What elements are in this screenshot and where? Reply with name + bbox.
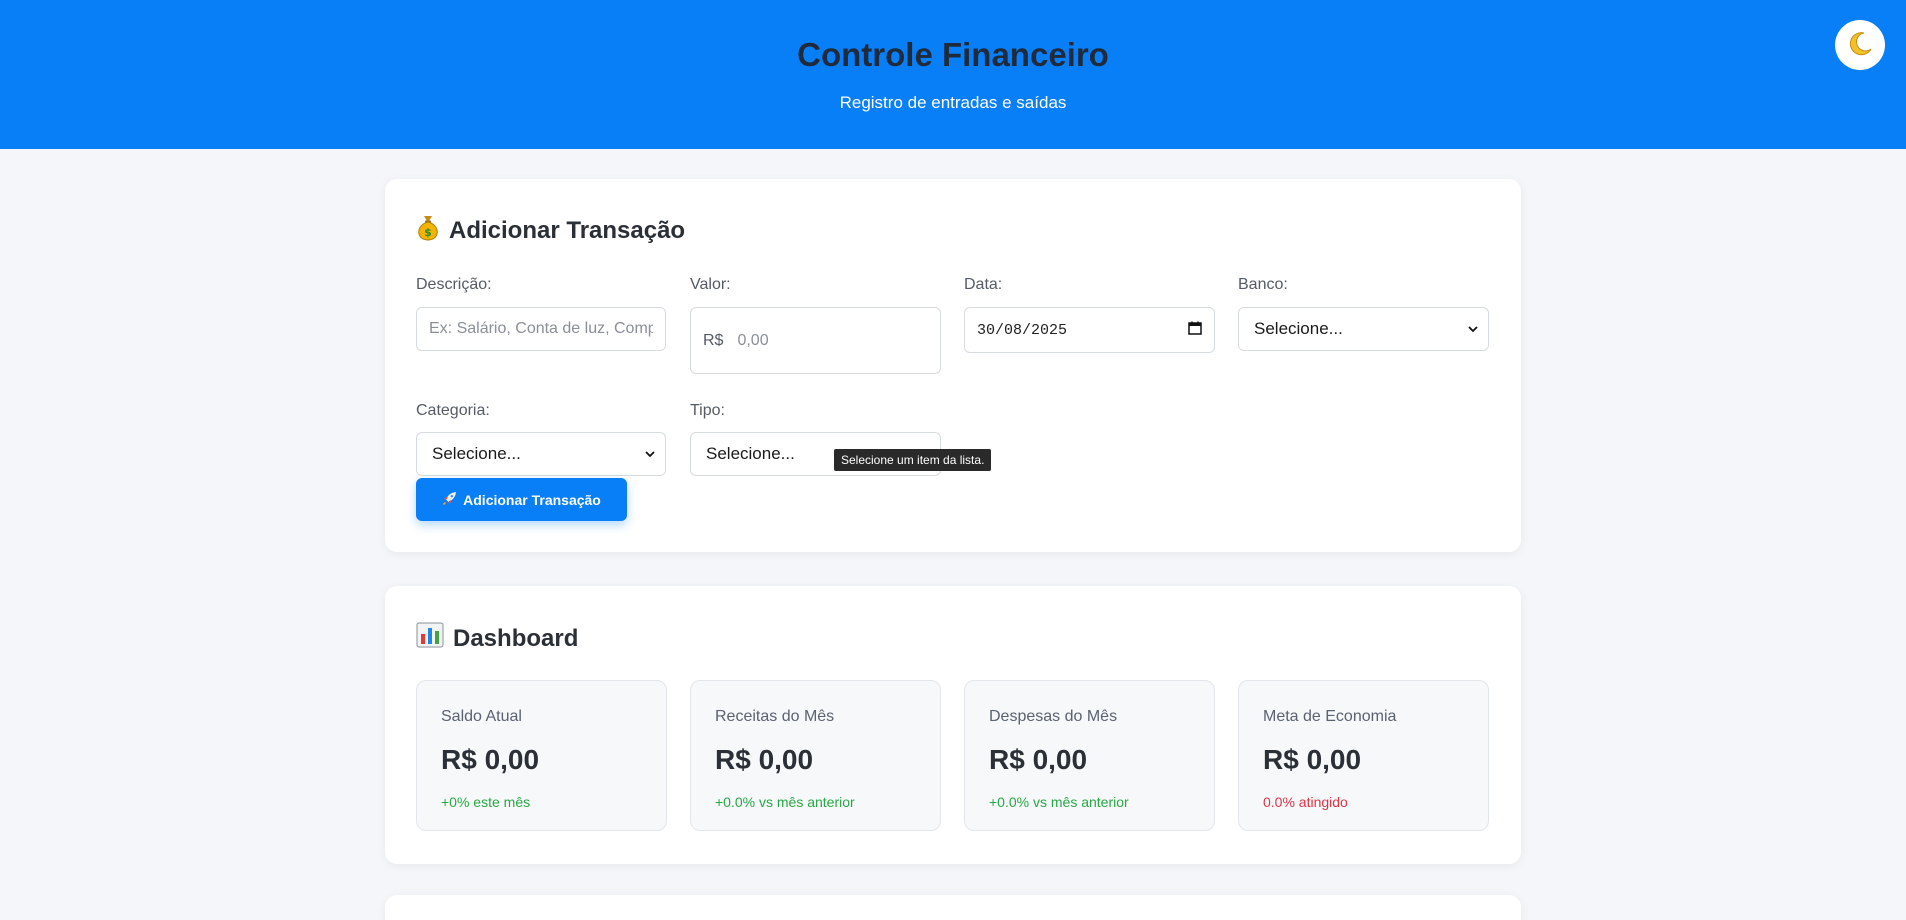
amount-input[interactable] [737,331,888,350]
dashboard-title-text: Dashboard [453,624,579,652]
rocket-icon [442,491,457,509]
stat-card-saldo-atual: Saldo Atual R$ 0,00 +0% este mês [416,680,667,831]
amount-label: Valor: [690,276,731,293]
category-selected-value: Selecione... [432,444,521,463]
type-selected-value: Selecione... [706,444,795,463]
amount-field: R$ [690,307,941,374]
add-transaction-title-text: Adicionar Transação [449,216,686,244]
chevron-down-icon [1468,322,1478,336]
bank-select[interactable]: Selecione... [1238,307,1489,351]
next-section-card [385,895,1521,920]
date-label: Data: [964,276,1003,293]
currency-prefix: R$ [703,331,724,349]
app-header: Controle Financeiro Registro de entradas… [0,0,1906,149]
stat-trend: 0.0% atingido [1263,794,1348,810]
bank-selected-value: Selecione... [1254,319,1343,338]
stat-trend: +0% este mês [441,794,531,810]
stat-label: Receitas do Mês [715,708,835,725]
category-select[interactable]: Selecione... [416,432,666,476]
stat-label: Saldo Atual [441,708,522,725]
add-transaction-title: $ Adicionar Transação [416,213,685,248]
dashboard-title: Dashboard [416,622,578,655]
calendar-icon[interactable] [1188,321,1202,340]
stat-value: R$ 0,00 [989,744,1088,775]
chevron-down-icon [645,447,655,461]
stat-label: Meta de Economia [1263,708,1397,725]
description-label: Descrição: [416,276,492,293]
bank-label: Banco: [1238,276,1288,293]
date-input[interactable]: 30/08/2025 [964,307,1215,353]
stat-trend: +0.0% vs mês anterior [989,794,1129,810]
money-bag-icon: $ [416,213,440,248]
add-transaction-button-label: Adicionar Transação [463,491,601,508]
theme-toggle-button[interactable] [1835,20,1885,70]
stat-value: R$ 0,00 [1263,744,1362,775]
add-transaction-button[interactable]: Adicionar Transação [416,478,627,521]
page-subtitle: Registro de entradas e saídas [839,93,1067,112]
page-title: Controle Financeiro [797,36,1109,73]
bar-chart-icon [416,622,444,655]
svg-text:$: $ [424,226,432,239]
stat-card-despesas: Despesas do Mês R$ 0,00 +0.0% vs mês ant… [964,680,1215,831]
stat-card-meta-economia: Meta de Economia R$ 0,00 0.0% atingido [1238,680,1489,831]
type-label: Tipo: [690,402,725,419]
description-input[interactable] [416,307,666,351]
category-label: Categoria: [416,402,490,419]
dashboard-card: Dashboard Saldo Atual R$ 0,00 +0% este m… [385,586,1521,864]
stat-card-receitas: Receitas do Mês R$ 0,00 +0.0% vs mês ant… [690,680,941,831]
stat-value: R$ 0,00 [715,744,814,775]
date-value: 30/08/2025 [977,321,1068,339]
stat-trend: +0.0% vs mês anterior [715,794,855,810]
add-transaction-card: $ Adicionar Transação Descrição: Valor: … [385,179,1521,552]
stat-label: Despesas do Mês [989,708,1118,725]
validation-tooltip: Selecione um item da lista. [834,449,992,471]
stat-value: R$ 0,00 [441,744,540,775]
crescent-moon-icon [1845,29,1875,62]
